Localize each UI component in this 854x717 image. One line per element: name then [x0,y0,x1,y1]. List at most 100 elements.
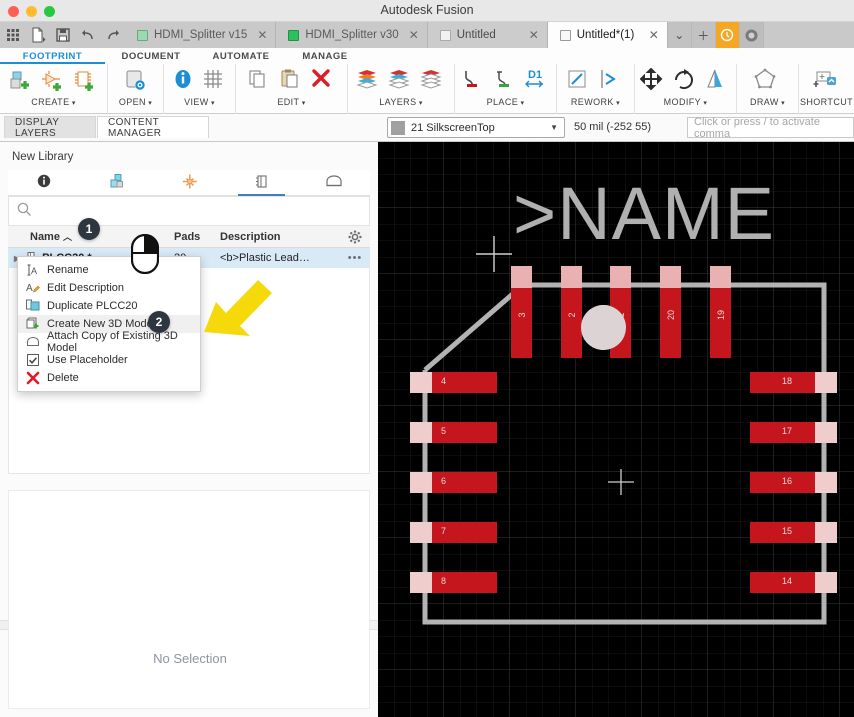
pad-number: 7 [441,526,446,536]
edit-description-icon: A [26,281,40,295]
add-shortcut-icon[interactable] [813,68,841,96]
save-icon[interactable] [55,27,71,43]
menu-item-attach-copy-existing-3d-model[interactable]: Attach Copy of Existing 3D Model [18,333,200,351]
ribbon-group-label[interactable]: VIEW ▾ [184,97,215,107]
group-label-text: MODIFY [664,97,701,107]
command-input[interactable]: Click or press / to activate comma [687,117,854,138]
display-layers-button[interactable]: DISPLAY LAYERS [4,116,96,138]
ribbon-group-label[interactable]: CREATE ▾ [31,97,76,107]
layer-select[interactable]: 21 SilkscreenTop ▼ [387,117,565,138]
menu-item-edit-description[interactable]: A Edit Description [18,279,200,297]
pad-number: 3 [517,301,527,329]
ribbon: FOOTPRINT DOCUMENT AUTOMATE MANAGE [0,48,854,114]
rename-icon: A [26,263,40,277]
ribbon-group-label[interactable]: MODIFY ▾ [664,97,708,107]
trim-icon[interactable] [566,68,594,96]
settings-gear-icon[interactable] [340,230,370,244]
ribbon-group-label[interactable]: PLACE ▾ [487,97,525,107]
chevron-down-icon[interactable]: ▼ [550,123,561,132]
sidebar-item-3d-packages[interactable] [298,170,370,195]
place-dimension-icon[interactable]: D1 [524,68,552,96]
ribbon-group-create: CREATE ▾ [0,64,108,114]
group-label-text: DRAW [750,97,779,107]
pad-number: 15 [782,526,792,536]
grid-apps-icon[interactable] [5,27,21,43]
tab-untitled-1[interactable]: Untitled*(1) ✕ [548,22,668,48]
ribbon-tab-manage[interactable]: MANAGE [285,48,365,64]
sidebar-item-info[interactable] [8,170,80,195]
library-title: New Library [12,151,73,163]
group-label-text: OPEN [119,97,146,107]
symbol-star-icon [181,173,198,193]
ribbon-group-label[interactable]: LAYERS ▾ [379,97,423,107]
ribbon-group-label[interactable]: DRAW ▾ [750,97,785,107]
place-pad-icon[interactable] [460,68,488,96]
place-smd-icon[interactable] [492,68,520,96]
info-icon[interactable] [170,68,198,96]
paste-icon[interactable] [278,68,306,96]
menu-item-rename[interactable]: A Rename [18,261,200,279]
pad-cream-overlay [815,472,837,493]
ribbon-group-label[interactable]: REWORK ▾ [571,97,620,107]
search-field[interactable] [38,205,369,217]
layers-blue-icon[interactable] [387,68,415,96]
ribbon-tab-document[interactable]: DOCUMENT [105,48,197,64]
menu-item-duplicate[interactable]: Duplicate PLCC20 [18,297,200,315]
open-document-icon[interactable] [122,68,150,96]
layers-red-icon[interactable] [355,68,383,96]
account-icon[interactable] [740,22,764,48]
close-tab-icon[interactable]: ✕ [529,28,539,42]
extend-icon[interactable] [598,68,626,96]
ribbon-tab-automate[interactable]: AUTOMATE [197,48,285,64]
plus-icon[interactable]: ＋ [692,22,716,48]
duplicate-icon [26,299,40,313]
close-tab-icon[interactable]: ✕ [649,28,659,42]
create-device-icon[interactable] [72,68,100,96]
redo-icon[interactable] [105,27,121,43]
create-footprint-icon[interactable] [8,68,36,96]
tab-hdmi-splitter-v15[interactable]: HDMI_Splitter v15 ✕ [125,22,276,48]
column-header-description[interactable]: Description [220,231,340,243]
search-input[interactable] [8,196,370,226]
ribbon-tab-footprint[interactable]: FOOTPRINT [0,48,105,64]
copy-icon[interactable] [246,68,274,96]
menu-item-label: Rename [47,264,89,276]
library-panel: New Library [0,142,378,717]
pcb-icon [288,30,299,41]
sidebar-item-devices[interactable] [80,170,152,195]
layer-color-swatch [391,121,405,135]
new-document-icon[interactable] [30,27,46,43]
row-overflow-button[interactable]: ••• [340,252,370,264]
rotate-icon[interactable] [672,68,700,96]
move-icon[interactable] [640,68,668,96]
chevron-down-icon[interactable]: ⌄ [668,22,692,48]
create-symbol-icon[interactable] [40,68,68,96]
delete-icon[interactable] [310,68,338,96]
ribbon-group-label[interactable]: OPEN ▾ [119,97,152,107]
tab-hdmi-splitter-v30[interactable]: HDMI_Splitter v30 ✕ [276,22,427,48]
grid-icon[interactable] [202,68,230,96]
ribbon-group-rework: REWORK ▾ [557,64,635,114]
pcb-canvas[interactable]: >NAME VALUE 3 2 1 20 19 [378,142,854,717]
ribbon-group-open: OPEN ▾ [108,64,164,114]
create-3d-model-icon [26,317,40,331]
job-status-icon[interactable] [716,22,740,48]
column-header-pads[interactable]: Pads [174,231,220,243]
ribbon-group-label[interactable]: SHORTCUT [800,97,853,107]
tab-untitled[interactable]: Untitled ✕ [428,22,548,48]
sidebar-item-footprints[interactable] [225,170,297,195]
layers-white-icon[interactable] [419,68,447,96]
close-tab-icon[interactable]: ✕ [409,28,419,42]
group-label-text: SHORTCUT [800,97,853,107]
close-tab-icon[interactable]: ✕ [257,28,267,42]
undo-icon[interactable] [80,27,96,43]
svg-text:A: A [31,266,37,276]
menu-item-delete[interactable]: Delete [18,369,200,387]
content-manager-button[interactable]: CONTENT MANAGER [97,116,209,138]
properties-pane: No Selection [8,490,370,709]
library-table-header: Name ︿ Pads Description [8,226,370,248]
polygon-icon[interactable] [754,68,782,96]
sidebar-item-symbols[interactable] [153,170,225,195]
ribbon-group-label[interactable]: EDIT ▾ [277,97,305,107]
mirror-icon[interactable] [704,68,732,96]
